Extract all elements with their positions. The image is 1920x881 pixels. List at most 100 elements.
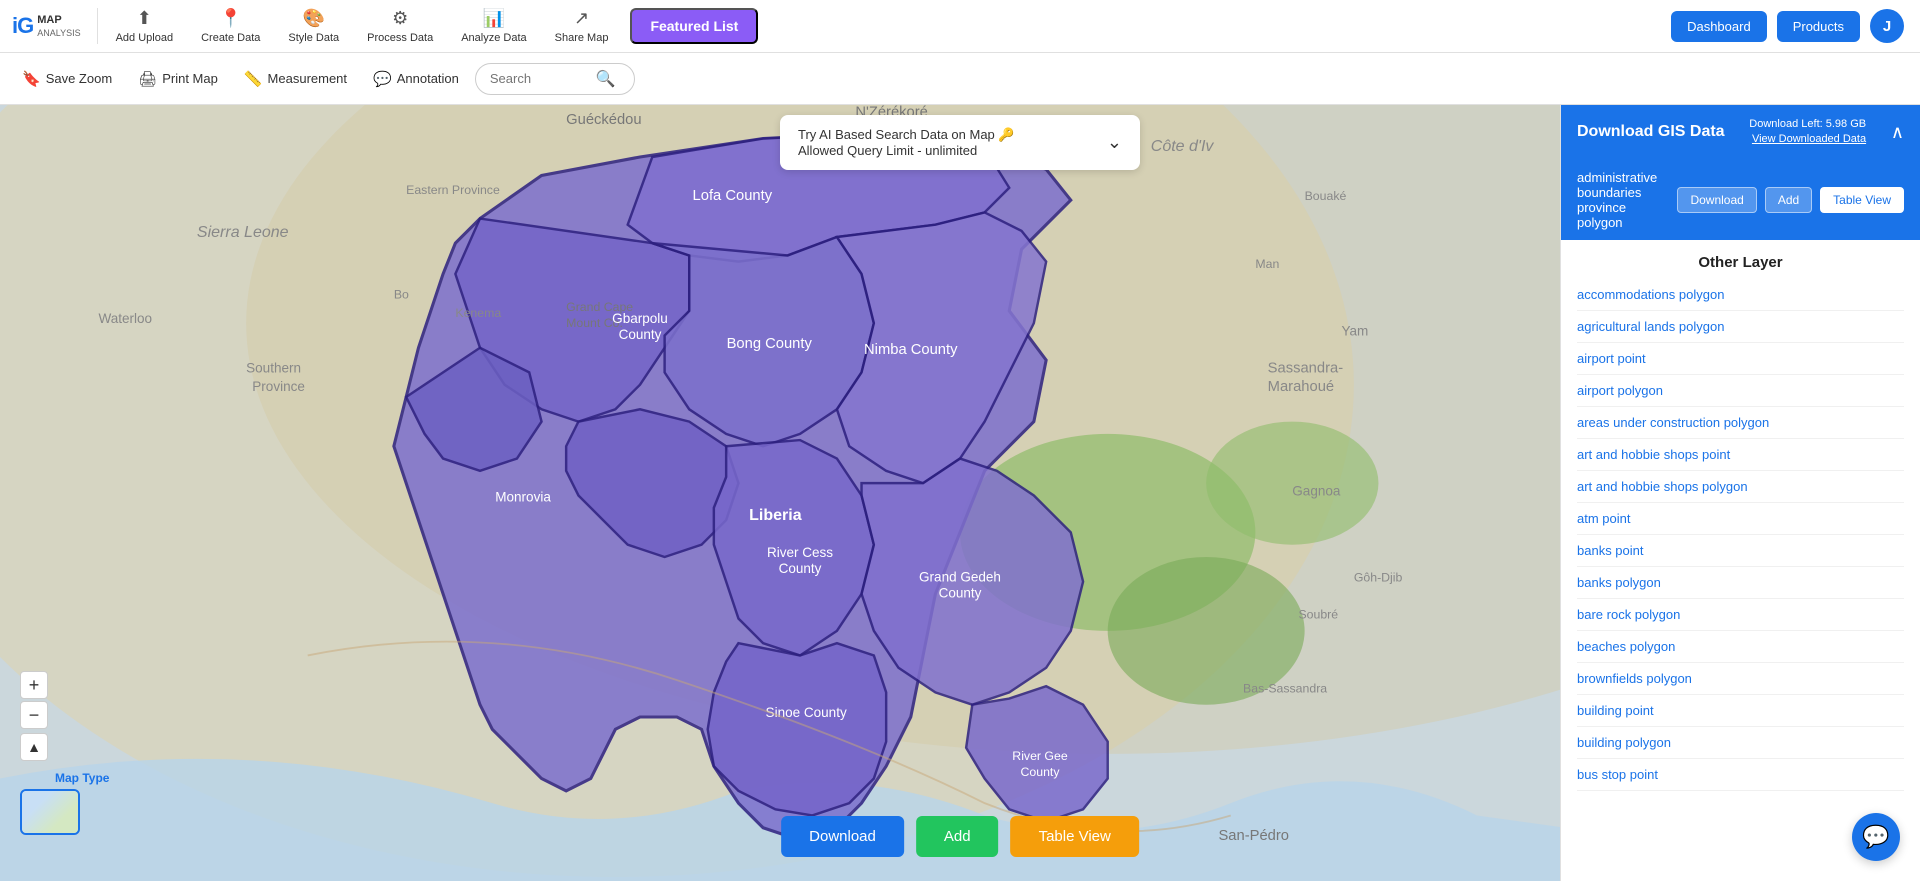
logo-line2: ANALYSIS	[37, 28, 80, 38]
download-left-text: Download Left: 5.98 GB	[1749, 117, 1866, 132]
svg-text:Liberia: Liberia	[749, 507, 802, 524]
featured-list-button[interactable]: Featured List	[630, 8, 758, 44]
bottom-action-buttons: Download Add Table View	[781, 816, 1139, 857]
svg-text:Bas-Sassandra: Bas-Sassandra	[1243, 681, 1327, 695]
panel-meta: Download Left: 5.98 GB View Downloaded D…	[1749, 117, 1866, 148]
layer-item[interactable]: beaches polygon	[1577, 631, 1904, 663]
layer-item[interactable]: airport polygon	[1577, 375, 1904, 407]
search-box[interactable]: 🔍	[475, 63, 635, 95]
table-view-button[interactable]: Table View	[1011, 816, 1139, 857]
svg-text:Yam: Yam	[1342, 323, 1369, 338]
svg-text:San-Pédro: San-Pédro	[1218, 828, 1289, 844]
layer-item[interactable]: airport point	[1577, 343, 1904, 375]
style-data-icon: 🎨	[303, 8, 325, 29]
nav-create-data[interactable]: 📍 Create Data	[187, 0, 274, 53]
toolbar: 🔖 Save Zoom 🖨 Print Map 📏 Measurement 💬 …	[0, 53, 1920, 105]
nav-share-map[interactable]: ↗ Share Map	[541, 0, 623, 53]
layer-item[interactable]: building polygon	[1577, 727, 1904, 759]
layer-item[interactable]: brownfields polygon	[1577, 663, 1904, 695]
annotation-button[interactable]: 💬 Annotation	[363, 64, 469, 94]
dashboard-button[interactable]: Dashboard	[1671, 11, 1767, 42]
layer-item[interactable]: areas under construction polygon	[1577, 407, 1904, 439]
svg-text:Gagnoa: Gagnoa	[1292, 483, 1341, 498]
analyze-data-label: Analyze Data	[461, 32, 526, 44]
layer-item[interactable]: art and hobbie shops polygon	[1577, 471, 1904, 503]
download-button[interactable]: Download	[781, 816, 904, 857]
ai-banner-line1: Try AI Based Search Data on Map 🔑	[798, 127, 1097, 143]
svg-text:Gbarpolu: Gbarpolu	[612, 311, 668, 326]
panel-download-button[interactable]: Download	[1677, 187, 1756, 213]
panel-table-view-button[interactable]: Table View	[1820, 187, 1904, 213]
panel-collapse-icon[interactable]: ∧	[1891, 122, 1904, 143]
print-map-icon: 🖨	[138, 70, 157, 88]
panel-title: Download GIS Data	[1577, 123, 1725, 141]
right-panel: Download GIS Data Download Left: 5.98 GB…	[1560, 105, 1920, 881]
map-thumb-image	[22, 791, 78, 833]
svg-text:Sierra Leone: Sierra Leone	[197, 224, 289, 241]
map-zoom-controls: + − ▲	[20, 671, 48, 761]
ai-banner-text: Try AI Based Search Data on Map 🔑 Allowe…	[798, 127, 1097, 158]
svg-text:Lofa County: Lofa County	[693, 188, 773, 204]
print-map-label: Print Map	[162, 71, 218, 86]
ai-banner-chevron-icon[interactable]: ⌄	[1107, 132, 1122, 153]
layer-item[interactable]: bare rock polygon	[1577, 599, 1904, 631]
chat-icon: 💬	[1862, 824, 1889, 850]
svg-text:Kenema: Kenema	[455, 306, 501, 320]
layer-item[interactable]: bus stop point	[1577, 759, 1904, 791]
layer-item[interactable]: agricultural lands polygon	[1577, 311, 1904, 343]
zoom-out-button[interactable]: −	[20, 701, 48, 729]
layer-item[interactable]: art and hobbie shops point	[1577, 439, 1904, 471]
key-icon: 🔑	[998, 127, 1014, 142]
measurement-button[interactable]: 📏 Measurement	[234, 64, 357, 94]
search-icon: 🔍	[596, 69, 616, 89]
svg-text:Monrovia: Monrovia	[495, 490, 551, 505]
process-data-icon: ⚙	[392, 8, 408, 29]
user-avatar[interactable]: J	[1870, 9, 1904, 43]
process-data-label: Process Data	[367, 32, 433, 44]
nav-divider	[97, 8, 98, 44]
svg-text:Bouaké: Bouaké	[1305, 189, 1347, 203]
svg-text:Southern: Southern	[246, 360, 301, 375]
annotation-label: Annotation	[397, 71, 459, 86]
annotation-icon: 💬	[373, 70, 392, 88]
map-type-thumbnail[interactable]	[20, 789, 80, 835]
other-layer-title: Other Layer	[1561, 240, 1920, 279]
print-map-button[interactable]: 🖨 Print Map	[128, 64, 228, 94]
map-type-label: Map Type	[55, 771, 109, 785]
create-data-icon: 📍	[220, 8, 242, 29]
compass-button[interactable]: ▲	[20, 733, 48, 761]
svg-text:County: County	[619, 327, 662, 342]
add-upload-label: Add Upload	[116, 32, 174, 44]
svg-text:Nimba County: Nimba County	[864, 342, 958, 358]
svg-text:County: County	[1021, 765, 1061, 779]
search-input[interactable]	[490, 71, 590, 86]
save-zoom-button[interactable]: 🔖 Save Zoom	[12, 64, 122, 94]
layer-item[interactable]: banks polygon	[1577, 567, 1904, 599]
top-navigation: iG MAP ANALYSIS ⬆ Add Upload 📍 Create Da…	[0, 0, 1920, 53]
nav-add-upload[interactable]: ⬆ Add Upload	[102, 0, 188, 53]
svg-text:Guéckédou: Guéckédou	[566, 112, 641, 128]
layer-list: accommodations polygonagricultural lands…	[1561, 279, 1920, 881]
nav-style-data[interactable]: 🎨 Style Data	[274, 0, 353, 53]
nav-analyze-data[interactable]: 📊 Analyze Data	[447, 0, 540, 53]
layer-item[interactable]: atm point	[1577, 503, 1904, 535]
add-button[interactable]: Add	[916, 816, 999, 857]
view-downloaded-link[interactable]: View Downloaded Data	[1749, 132, 1866, 147]
panel-add-button[interactable]: Add	[1765, 187, 1812, 213]
nav-process-data[interactable]: ⚙ Process Data	[353, 0, 447, 53]
ai-search-banner: Try AI Based Search Data on Map 🔑 Allowe…	[780, 115, 1140, 170]
layer-item[interactable]: building point	[1577, 695, 1904, 727]
layer-item[interactable]: banks point	[1577, 535, 1904, 567]
save-zoom-label: Save Zoom	[46, 71, 112, 86]
chat-bubble-button[interactable]: 💬	[1852, 813, 1900, 861]
svg-text:Sassandra-: Sassandra-	[1268, 360, 1344, 376]
style-data-label: Style Data	[288, 32, 339, 44]
products-button[interactable]: Products	[1777, 11, 1860, 42]
svg-text:Côte d'Iv: Côte d'Iv	[1151, 138, 1215, 155]
layer-item[interactable]: accommodations polygon	[1577, 279, 1904, 311]
nav-right-actions: Dashboard Products J	[1671, 9, 1920, 43]
svg-text:County: County	[939, 586, 982, 601]
logo-letters: iG	[12, 13, 33, 39]
zoom-in-button[interactable]: +	[20, 671, 48, 699]
svg-text:Bo: Bo	[394, 288, 409, 302]
